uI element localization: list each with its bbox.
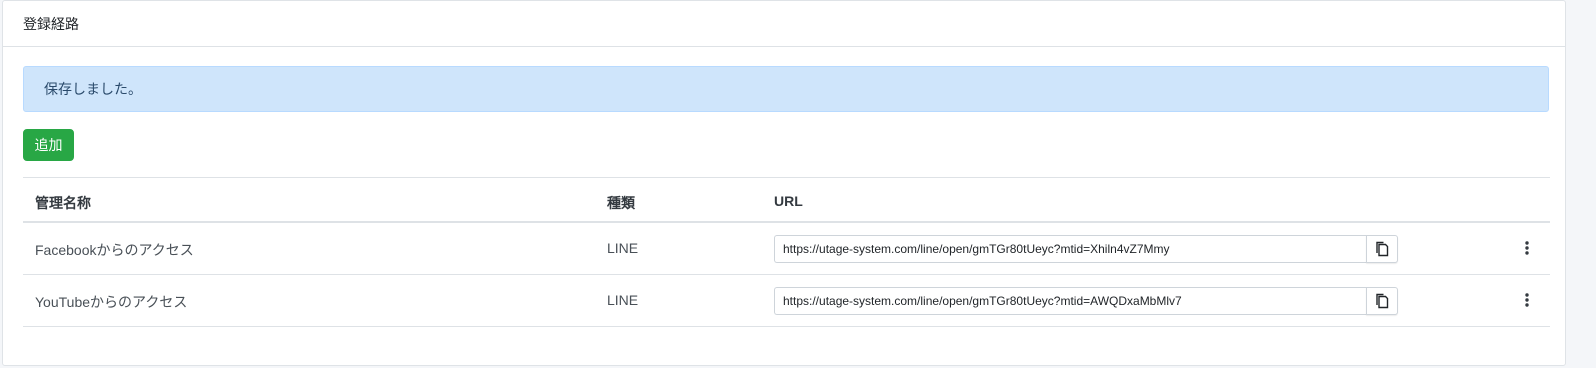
row-actions-button[interactable] bbox=[1517, 289, 1537, 311]
routes-table: 管理名称 種類 URL Facebookからのアクセス LINE https:/… bbox=[23, 177, 1550, 327]
header-name: 管理名称 bbox=[35, 195, 91, 211]
copy-icon bbox=[1376, 241, 1389, 257]
url-input-group bbox=[774, 287, 1398, 315]
row-type: LINE bbox=[607, 240, 639, 256]
row-name: Facebookからのアクセス bbox=[35, 242, 194, 258]
table-row: Facebookからのアクセス LINE bbox=[23, 223, 1550, 275]
card-header: 登録経路 bbox=[3, 1, 1565, 47]
url-field[interactable] bbox=[774, 235, 1366, 263]
alert-message: 保存しました。 bbox=[44, 81, 142, 97]
success-alert: 保存しました。 bbox=[23, 66, 1549, 112]
header-type: 種類 bbox=[607, 195, 635, 211]
copy-button[interactable] bbox=[1366, 287, 1398, 315]
vertical-ellipsis-icon bbox=[1525, 293, 1529, 307]
table-row: YouTubeからのアクセス LINE bbox=[23, 275, 1550, 327]
card-title: 登録経路 bbox=[23, 15, 79, 32]
copy-icon bbox=[1376, 293, 1389, 309]
add-button[interactable]: 追加 bbox=[23, 129, 74, 161]
table-header: 管理名称 種類 URL bbox=[23, 177, 1550, 223]
routes-card: 登録経路 保存しました。 追加 管理名称 種類 URL Facebookからのア… bbox=[2, 0, 1566, 366]
row-type: LINE bbox=[607, 292, 639, 308]
url-input-group bbox=[774, 235, 1398, 263]
row-name: YouTubeからのアクセス bbox=[35, 294, 188, 310]
url-field[interactable] bbox=[774, 287, 1366, 315]
row-actions-button[interactable] bbox=[1517, 237, 1537, 259]
vertical-ellipsis-icon bbox=[1525, 241, 1529, 255]
header-url: URL bbox=[774, 193, 803, 209]
copy-button[interactable] bbox=[1366, 235, 1398, 263]
